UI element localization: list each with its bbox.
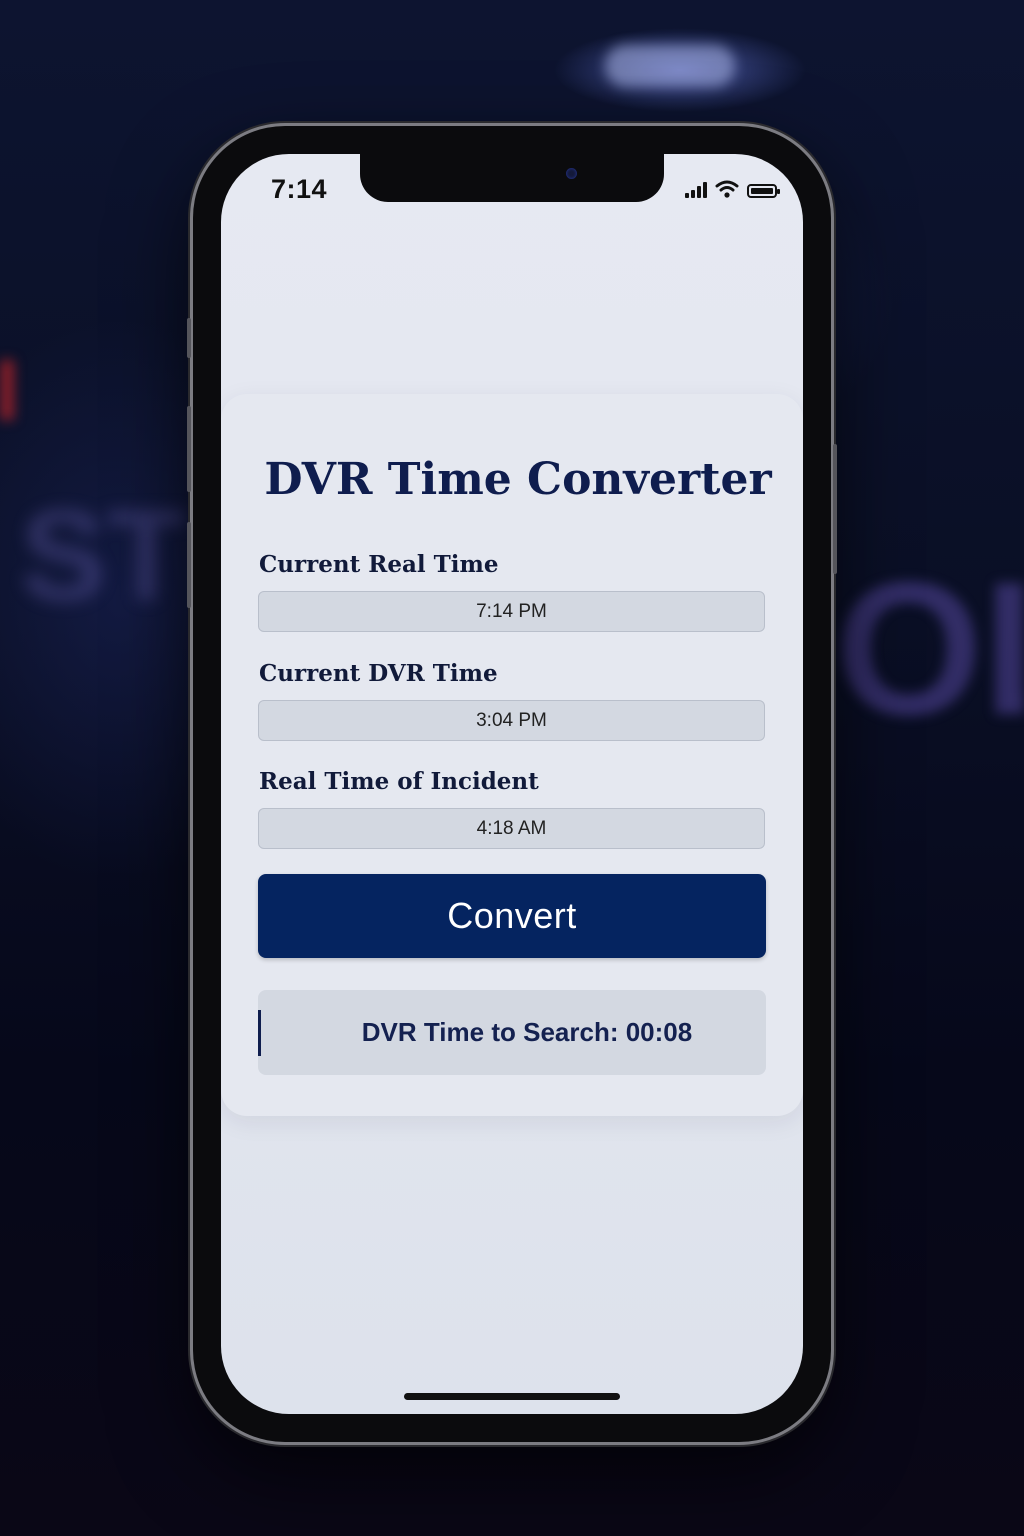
- page-title: DVR Time Converter: [264, 454, 772, 505]
- volume-down-button: [187, 522, 191, 608]
- home-indicator[interactable]: [404, 1393, 620, 1400]
- incident-time-label: Real Time of Incident: [259, 768, 539, 795]
- front-camera: [566, 168, 577, 179]
- volume-up-button: [187, 406, 191, 492]
- convert-button[interactable]: Convert: [258, 874, 766, 958]
- result-accent-bar: [258, 1010, 261, 1056]
- converter-card: DVR Time Converter Current Real Time 7:1…: [221, 394, 803, 1116]
- background-blurred-text-right: OLI: [835, 543, 1024, 755]
- result-panel: DVR Time to Search: 00:08: [258, 990, 766, 1075]
- status-time: 7:14: [271, 174, 328, 204]
- current-dvr-time-input[interactable]: 3:04 PM: [258, 700, 765, 741]
- notch: [360, 154, 664, 202]
- signal-icon: [685, 182, 707, 198]
- current-real-time-input[interactable]: 7:14 PM: [258, 591, 765, 632]
- battery-icon: [747, 184, 780, 198]
- result-text: DVR Time to Search: 00:08: [361, 1017, 693, 1047]
- current-dvr-time-label: Current DVR Time: [259, 660, 498, 687]
- silent-switch: [187, 318, 191, 358]
- phone-screen: 7:14 DVR Time Converter Current Real Tim…: [221, 154, 803, 1414]
- phone-frame: 7:14 DVR Time Converter Current Real Tim…: [187, 126, 837, 1442]
- wifi-icon: [715, 180, 739, 198]
- current-real-time-label: Current Real Time: [259, 551, 499, 578]
- background-light-bar: [605, 45, 735, 87]
- background-red-light: [0, 360, 14, 420]
- status-icons: [685, 180, 780, 198]
- power-button: [833, 444, 837, 574]
- incident-time-input[interactable]: 4:18 AM: [258, 808, 765, 849]
- background-blurred-text-left: ST: [20, 482, 187, 628]
